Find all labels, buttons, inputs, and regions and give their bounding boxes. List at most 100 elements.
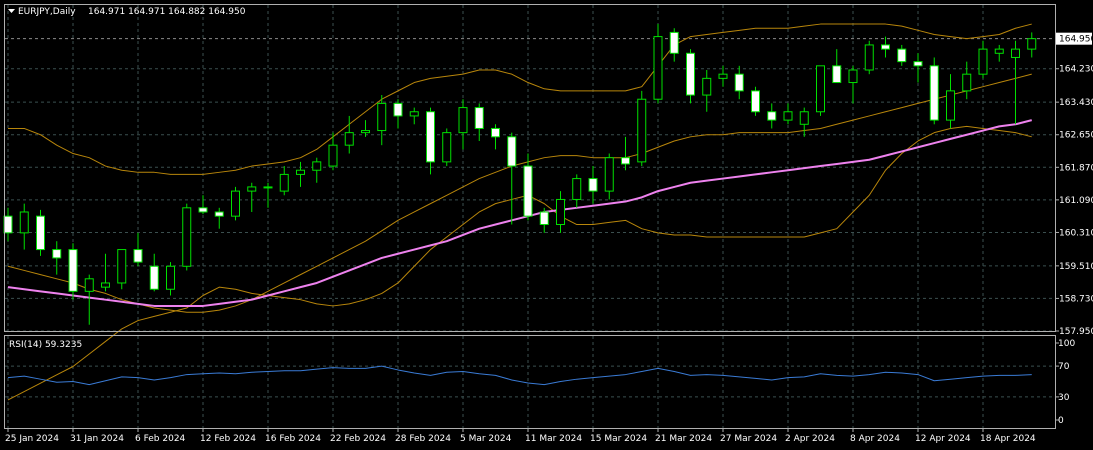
price-tick-label: 158.730	[1059, 294, 1093, 304]
candle[interactable]	[263, 182, 273, 208]
candle[interactable]	[556, 191, 565, 233]
price-tick-label: 160.310	[1059, 228, 1093, 238]
candle[interactable]	[523, 153, 533, 221]
trading-chart-terminal[interactable]: EURJPY,Daily 164.971 164.971 164.882 164…	[0, 0, 1093, 450]
price-tick-label: 164.950	[1059, 35, 1093, 45]
candle-body-bull	[978, 48, 988, 75]
candle[interactable]	[653, 24, 663, 104]
candle[interactable]	[767, 103, 777, 129]
candle-body-bear	[767, 111, 777, 121]
candle[interactable]	[117, 249, 127, 290]
candle[interactable]	[426, 107, 435, 175]
candle[interactable]	[897, 44, 907, 66]
candle[interactable]	[604, 153, 614, 200]
time-tick-label: 2 Apr 2024	[785, 434, 835, 444]
dropdown-arrow-icon[interactable]	[8, 9, 15, 13]
candle-body-bull	[1011, 48, 1020, 58]
candle-body-bull	[296, 169, 305, 175]
symbol-timeframe-label: EURJPY,Daily	[18, 7, 76, 17]
candle[interactable]	[409, 107, 419, 125]
candle[interactable]	[588, 166, 598, 204]
price-tick-label: 161.090	[1059, 196, 1093, 206]
candle[interactable]	[669, 28, 679, 62]
candle[interactable]	[799, 107, 809, 137]
candle-body-bear	[751, 90, 760, 113]
candle[interactable]	[393, 99, 403, 129]
candle-body-bull	[994, 48, 1004, 54]
candle[interactable]	[816, 65, 825, 116]
candle[interactable]	[994, 44, 1004, 62]
time-tick-label: 16 Feb 2024	[265, 434, 321, 444]
candle[interactable]	[474, 103, 484, 141]
symbol-header[interactable]: EURJPY,Daily 164.971 164.971 164.882 164…	[8, 7, 246, 17]
candle[interactable]	[832, 49, 842, 84]
candle-body-bear	[669, 31, 679, 54]
candle-body-bear	[426, 111, 435, 163]
candle-body-bull	[637, 98, 647, 163]
candle-body-bear	[36, 215, 45, 251]
candle[interactable]	[84, 274, 94, 325]
candle[interactable]	[458, 99, 468, 150]
candle[interactable]	[621, 136, 630, 171]
candle[interactable]	[913, 53, 923, 83]
candle[interactable]	[702, 69, 712, 112]
candle[interactable]	[279, 166, 289, 196]
price-tick-label: 163.430	[1059, 98, 1093, 108]
candle[interactable]	[751, 86, 760, 116]
candle[interactable]	[637, 90, 647, 167]
time-tick-label: 25 Jan 2024	[5, 434, 59, 444]
candle[interactable]	[214, 207, 224, 229]
candle[interactable]	[539, 207, 549, 233]
candle[interactable]	[296, 161, 305, 187]
candle[interactable]	[864, 40, 874, 75]
time-tick-label: 27 Mar 2024	[720, 434, 777, 444]
candle[interactable]	[491, 124, 500, 150]
candle-body-bear	[198, 207, 208, 213]
candle[interactable]	[247, 182, 257, 212]
candle[interactable]	[686, 49, 695, 104]
candle[interactable]	[1011, 40, 1020, 125]
candle[interactable]	[946, 74, 955, 129]
bollinger-upper-band	[8, 23, 1032, 175]
candle[interactable]	[36, 209, 45, 256]
candle[interactable]	[52, 241, 62, 275]
candle-body-bull	[442, 132, 452, 163]
candle[interactable]	[1027, 32, 1037, 58]
candle[interactable]	[783, 103, 793, 125]
candle-body-bull	[458, 107, 468, 134]
candle[interactable]	[182, 203, 192, 271]
time-tick-label: 8 Apr 2024	[850, 434, 900, 444]
candle[interactable]	[572, 174, 582, 208]
candle[interactable]	[848, 65, 858, 104]
candle-body-bear	[491, 127, 500, 138]
candle[interactable]	[198, 195, 208, 215]
candle-body-bull	[864, 44, 874, 71]
candle-layer[interactable]	[3, 24, 1037, 325]
rsi-panel-frame	[4, 335, 1056, 429]
price-tick-label: 164.230	[1059, 65, 1093, 75]
candle[interactable]	[328, 132, 338, 171]
candle-body-bear	[621, 157, 630, 165]
candle-body-bull	[166, 265, 175, 290]
candle-body-bull	[962, 73, 972, 92]
candle[interactable]	[929, 57, 939, 125]
candle-body-bull	[279, 173, 289, 192]
candle[interactable]	[734, 65, 744, 100]
candle[interactable]	[101, 253, 110, 292]
candle[interactable]	[361, 120, 370, 137]
candle[interactable]	[149, 253, 159, 292]
candle[interactable]	[507, 132, 517, 225]
candle[interactable]	[133, 232, 143, 267]
candle[interactable]	[231, 186, 240, 221]
candle[interactable]	[166, 262, 175, 296]
candle[interactable]	[442, 128, 452, 167]
candle-body-bear	[474, 107, 484, 129]
candle[interactable]	[19, 203, 29, 250]
candle[interactable]	[312, 157, 322, 183]
price-tick-label: 162.650	[1059, 131, 1093, 141]
candle[interactable]	[962, 61, 972, 100]
candle[interactable]	[3, 207, 13, 242]
candle[interactable]	[978, 40, 988, 79]
candle[interactable]	[68, 243, 78, 300]
candle[interactable]	[881, 36, 890, 58]
